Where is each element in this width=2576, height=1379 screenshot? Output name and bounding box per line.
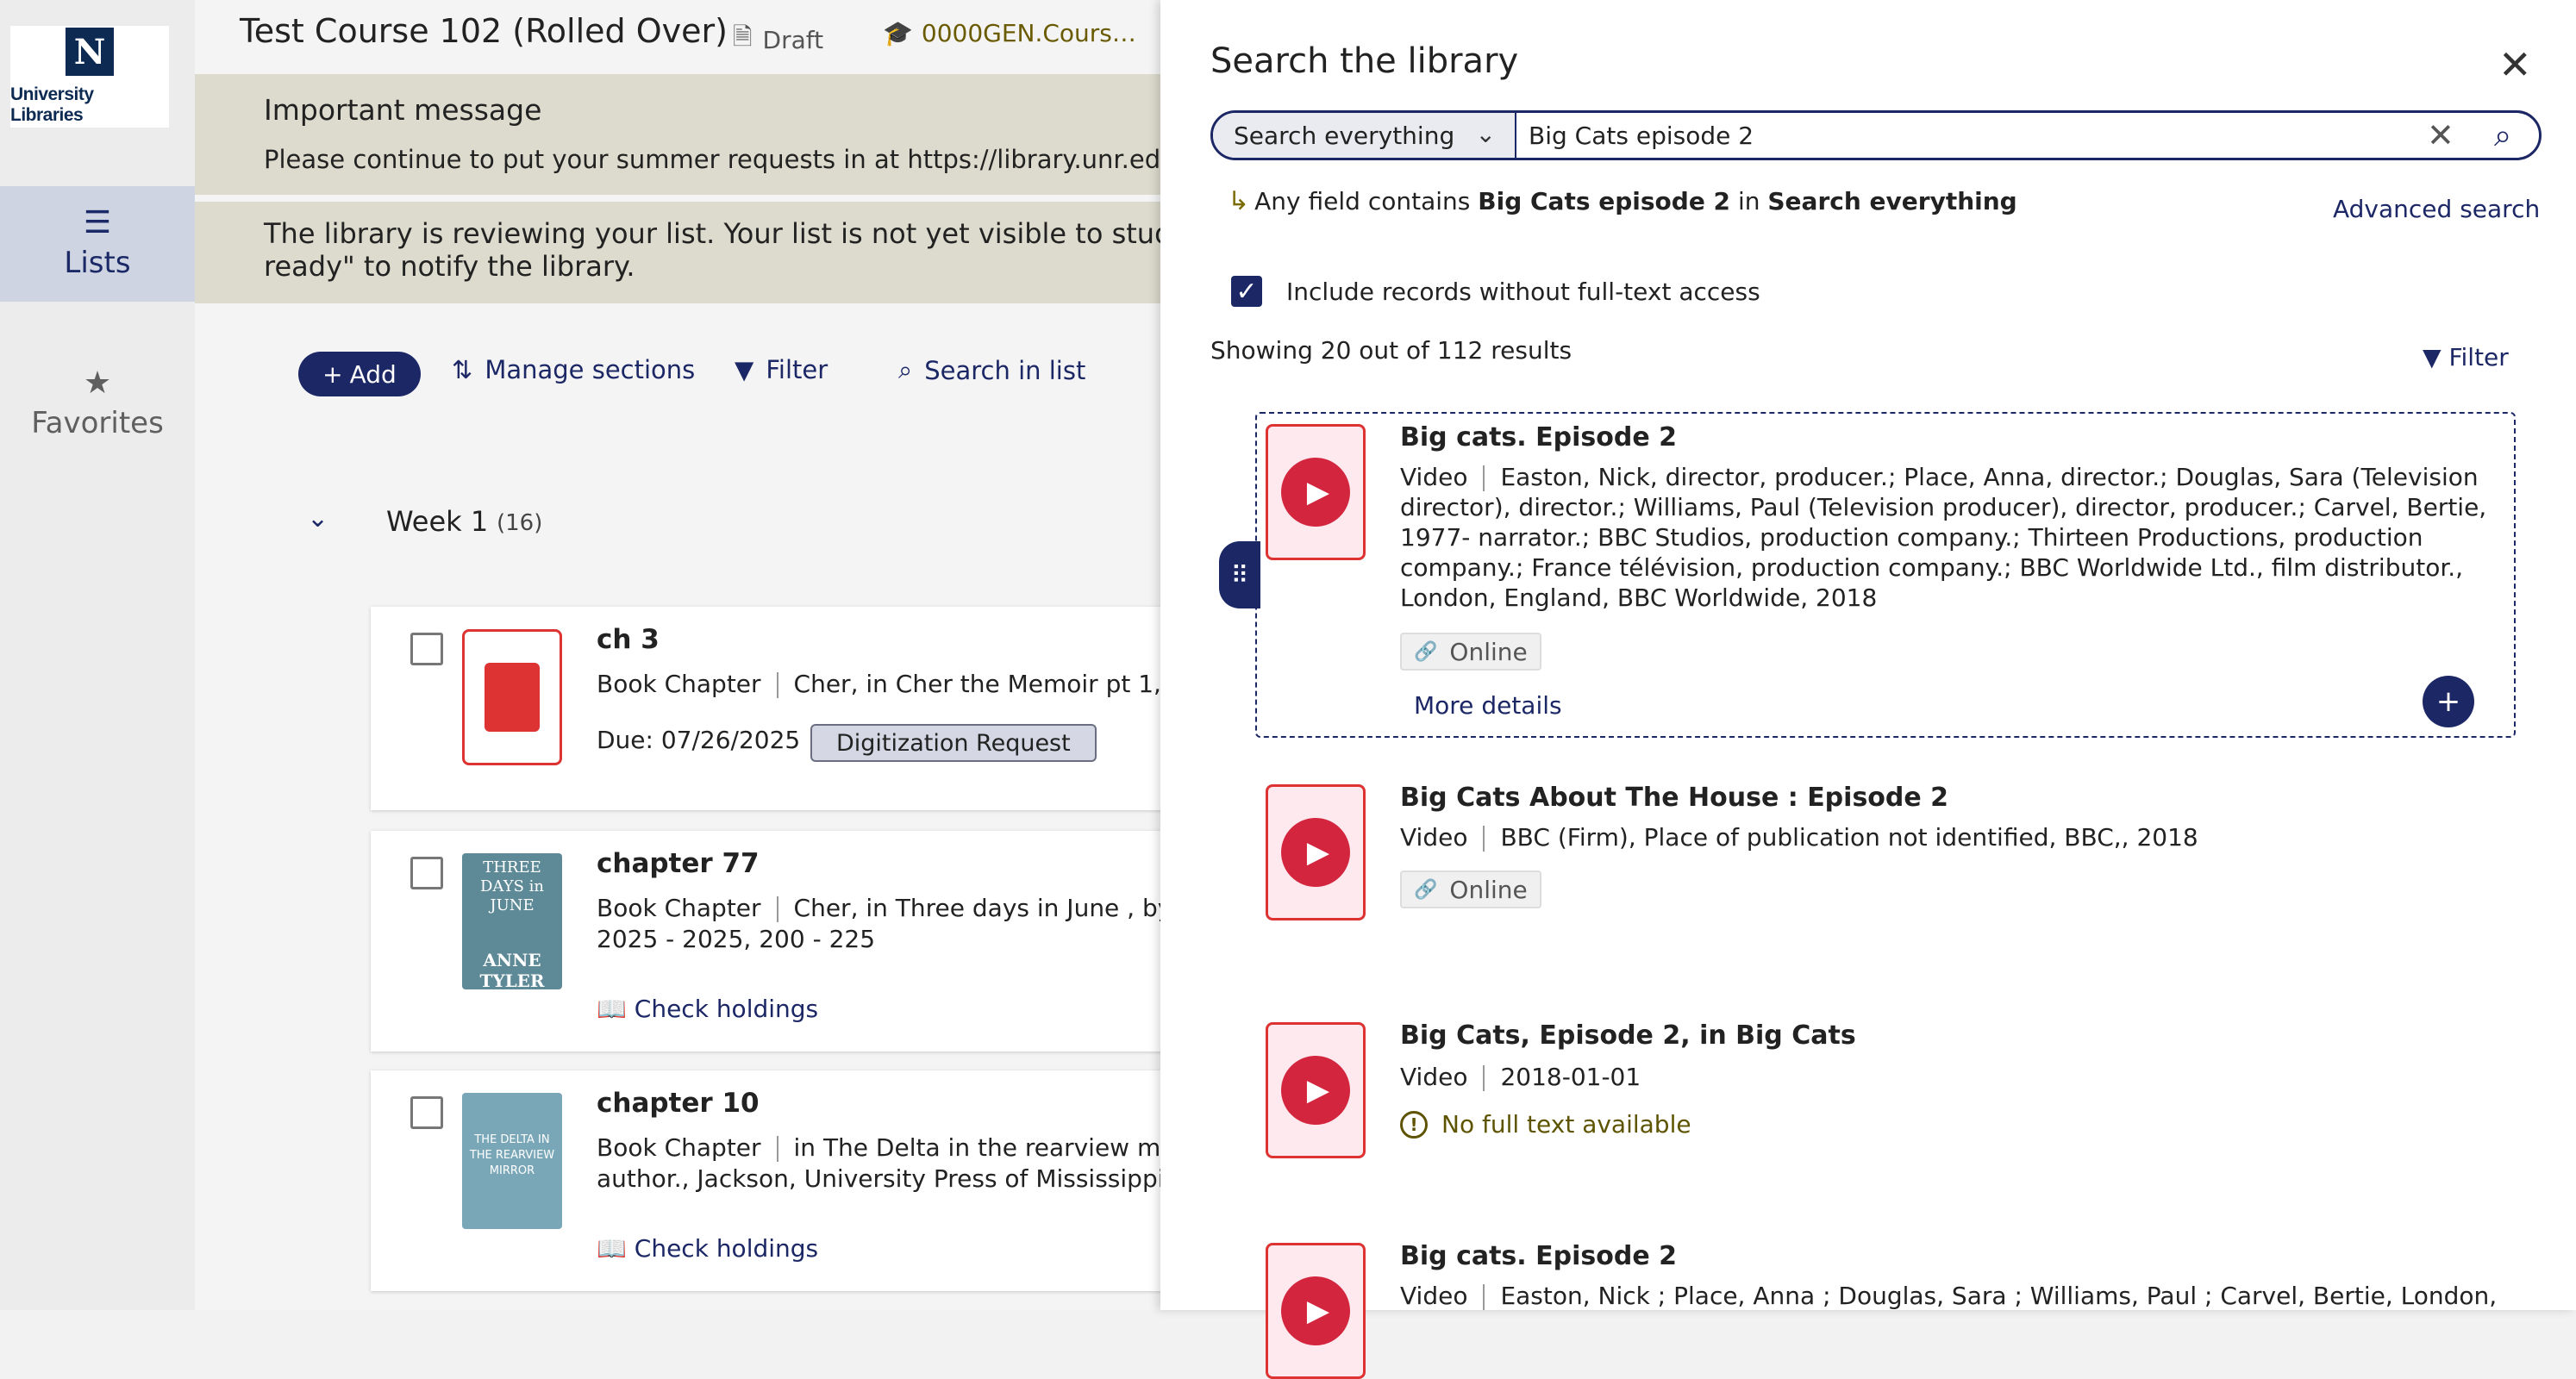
link-icon: 🔗 bbox=[1414, 878, 1438, 901]
list-icon: ☰ bbox=[83, 205, 112, 240]
nav-item-label: Lists bbox=[64, 246, 131, 280]
search-icon: ⌕ bbox=[898, 355, 913, 384]
list-item[interactable]: THREE DAYS in JUNE ANNE TYLER chapter 77… bbox=[371, 831, 1205, 1051]
university-libraries-logo[interactable]: N University Libraries bbox=[10, 26, 169, 128]
search-in-list-button[interactable]: ⌕ Search in list bbox=[898, 355, 1085, 385]
panel-title: Search the library bbox=[1210, 41, 1519, 81]
result-title[interactable]: Big cats. Episode 2 bbox=[1400, 422, 1677, 452]
link-icon: 🔗 bbox=[1414, 640, 1438, 663]
manage-sections-label: Manage sections bbox=[485, 355, 696, 384]
result-meta: Video 2018-01-01 bbox=[1400, 1063, 1641, 1091]
book-open-icon: 📖 bbox=[597, 1234, 627, 1263]
item-title[interactable]: chapter 10 bbox=[597, 1088, 760, 1119]
course-code[interactable]: 🎓 0000GEN.Cours… bbox=[883, 19, 1136, 47]
manage-sections-button[interactable]: ⇅ Manage sections bbox=[452, 355, 695, 384]
book-cover-image: THE DELTA IN THE REARVIEW MIRROR bbox=[462, 1093, 562, 1229]
chevron-down-icon[interactable]: ⌄ bbox=[307, 503, 328, 534]
important-message-title: Important message bbox=[264, 93, 542, 127]
result-title[interactable]: Big Cats About The House : Episode 2 bbox=[1400, 783, 1948, 813]
result-meta: Video Easton, Nick ; Place, Anna ; Dougla… bbox=[1400, 1282, 2498, 1310]
section-count: (16) bbox=[497, 510, 543, 536]
book-open-icon: 📖 bbox=[597, 995, 627, 1023]
close-icon[interactable]: ✕ bbox=[2498, 45, 2532, 84]
query-summary: ↳ Any field contains Big Cats episode 2 … bbox=[1228, 186, 2017, 216]
include-records-label[interactable]: Include records without full-text access bbox=[1286, 278, 1760, 306]
result-meta: Video Easton, Nick, director, producer.; … bbox=[1400, 463, 2487, 612]
results-count: Showing 20 out of 112 results bbox=[1210, 336, 1572, 365]
result-title[interactable]: Big Cats, Episode 2, in Big Cats bbox=[1400, 1020, 1856, 1051]
funnel-icon: ▼ bbox=[735, 355, 754, 384]
list-item[interactable]: ch 3 Book Chapter Cher, in Cher the Memoi… bbox=[371, 607, 1223, 810]
star-icon: ★ bbox=[83, 365, 112, 401]
review-status-banner: The library is reviewing your list. Your… bbox=[195, 202, 1241, 303]
result-meta: Video BBC (Firm), Place of publication no… bbox=[1400, 823, 2198, 852]
status-label: Draft bbox=[762, 25, 824, 54]
warning-circle-icon: ! bbox=[1400, 1110, 1428, 1139]
logo-mark: N bbox=[66, 28, 114, 76]
video-icon: ▶ bbox=[1266, 424, 1366, 560]
no-full-text-notice: ! No full text available bbox=[1400, 1110, 1691, 1139]
include-records-checkbox[interactable]: ✓ bbox=[1231, 276, 1262, 307]
book-cover-image: THREE DAYS in JUNE ANNE TYLER bbox=[462, 853, 562, 991]
search-scope-value: Search everything bbox=[1234, 121, 1455, 150]
item-meta-extra: author., Jackson, University Press of Mi… bbox=[597, 1164, 1196, 1193]
book-icon bbox=[462, 629, 562, 765]
select-checkbox[interactable] bbox=[410, 857, 443, 889]
digitization-request-badge: Digitization Request bbox=[810, 724, 1097, 762]
logo-text: University Libraries bbox=[10, 84, 94, 125]
add-button-label: Add bbox=[349, 359, 397, 389]
check-holdings-link[interactable]: 📖 Check holdings bbox=[597, 1234, 818, 1263]
nav-item-label: Favorites bbox=[31, 406, 164, 440]
more-details-link[interactable]: More details bbox=[1414, 691, 1562, 720]
item-title[interactable]: chapter 77 bbox=[597, 848, 760, 879]
filter-results-button[interactable]: ▼ Filter bbox=[2423, 343, 2509, 371]
search-input[interactable]: Big Cats episode 2 bbox=[1529, 113, 1754, 158]
search-in-list-label: Search in list bbox=[924, 355, 1086, 385]
section-title: Week 1 bbox=[386, 505, 489, 538]
clear-search-icon[interactable]: ✕ bbox=[2427, 116, 2454, 154]
select-checkbox[interactable] bbox=[410, 633, 443, 665]
review-status-text: The library is reviewing your list. Your… bbox=[264, 217, 1241, 283]
video-icon: ▶ bbox=[1266, 1022, 1366, 1158]
advanced-search-link[interactable]: Advanced search bbox=[2333, 195, 2540, 223]
filter-label: Filter bbox=[766, 355, 828, 384]
add-button[interactable]: + Add bbox=[298, 352, 421, 396]
item-meta: Book Chapter Cher, in Cher the Memoir pt … bbox=[597, 670, 1223, 698]
document-icon: 🗎 bbox=[733, 22, 753, 51]
select-checkbox[interactable] bbox=[410, 1096, 443, 1129]
important-message-body: Please continue to put your summer reque… bbox=[264, 145, 1267, 174]
sort-list-icon: ⇅ bbox=[452, 355, 473, 384]
arrow-return-icon: ↳ bbox=[1228, 186, 1250, 216]
filter-button[interactable]: ▼ Filter bbox=[735, 355, 828, 384]
drag-handle-icon[interactable]: ⠿ bbox=[1219, 541, 1260, 608]
item-title[interactable]: ch 3 bbox=[597, 624, 660, 655]
funnel-icon: ▼ bbox=[2423, 343, 2442, 371]
plus-icon: + bbox=[322, 359, 343, 389]
search-icon[interactable]: ⌕ bbox=[2494, 118, 2511, 154]
search-scope-select[interactable]: Search everything ⌄ bbox=[1213, 113, 1516, 158]
item-meta: Book Chapter Cher, in Three days in June … bbox=[597, 894, 1205, 922]
course-code-label: 0000GEN.Cours… bbox=[921, 19, 1136, 47]
important-message-banner: Important message Please continue to put… bbox=[195, 74, 1266, 195]
status-draft: 🗎 Draft bbox=[733, 19, 823, 60]
chevron-down-icon: ⌄ bbox=[1475, 120, 1496, 148]
course-title: Test Course 102 (Rolled Over) bbox=[240, 12, 728, 50]
item-meta-extra: 2025 - 2025, 200 - 225 bbox=[597, 925, 876, 953]
nav-item-favorites[interactable]: ★ Favorites bbox=[0, 346, 195, 462]
video-icon: ▶ bbox=[1266, 784, 1366, 920]
add-to-list-button[interactable]: + bbox=[2423, 676, 2474, 727]
item-meta: Book Chapter in The Delta in the rearview… bbox=[597, 1133, 1211, 1162]
nav-item-lists[interactable]: ☰ Lists bbox=[0, 186, 195, 302]
due-date: Due: 07/26/2025 bbox=[597, 726, 801, 754]
online-badge: 🔗 Online bbox=[1400, 870, 1541, 908]
search-bar: Search everything ⌄ Big Cats episode 2 ✕… bbox=[1210, 110, 2542, 160]
graduation-cap-icon: 🎓 bbox=[883, 19, 913, 47]
list-item[interactable]: THE DELTA IN THE REARVIEW MIRROR chapter… bbox=[371, 1070, 1211, 1291]
check-holdings-link[interactable]: 📖 Check holdings bbox=[597, 995, 818, 1023]
result-title[interactable]: Big cats. Episode 2 bbox=[1400, 1241, 1677, 1271]
video-icon: ▶ bbox=[1266, 1243, 1366, 1379]
online-badge: 🔗 Online bbox=[1400, 633, 1541, 671]
